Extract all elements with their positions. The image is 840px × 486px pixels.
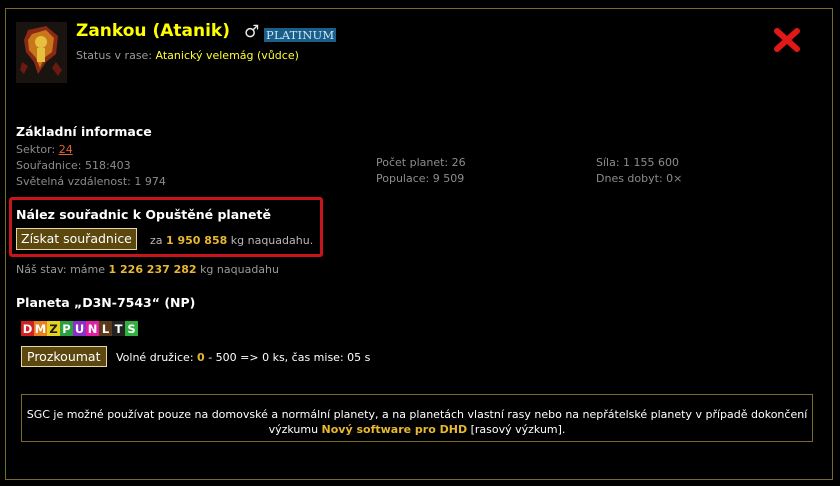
- distance-label: Světelná vzdálenost:: [16, 175, 131, 188]
- distance-value: 1 974: [134, 175, 166, 188]
- planet-tag-p: P: [60, 321, 73, 336]
- population-label: Populace:: [376, 172, 430, 185]
- price-value: 1 950 858: [166, 234, 228, 247]
- status-value: Atanický velemág (vůdce): [155, 49, 299, 62]
- planets-value: 26: [451, 156, 466, 169]
- platinum-badge: PLATINUM: [264, 28, 337, 42]
- race-status: Status v rase: Atanický velemág (vůdce): [76, 49, 299, 62]
- conquered-value: 0×: [666, 172, 683, 185]
- planet-tag-z: Z: [47, 321, 60, 336]
- gender-icon: ♂: [244, 22, 260, 42]
- coords-price: za 1 950 858 kg naquadahu.: [150, 234, 313, 247]
- coords-label: Souřadnice:: [16, 159, 82, 172]
- planet-tags: DMZPUNLTS: [21, 321, 138, 336]
- basic-info-heading: Základní informace: [16, 124, 152, 139]
- state-prefix: Náš stav: máme: [16, 263, 106, 276]
- get-coords-button[interactable]: Získat souřadnice: [16, 228, 137, 250]
- status-label: Status v rase:: [76, 49, 153, 62]
- planet-tag-d: D: [21, 321, 34, 336]
- dhd-software-link[interactable]: Nový software pro DHD: [322, 423, 468, 436]
- free-rest: - 500 => 0 ks, čas mise: 05 s: [208, 351, 371, 364]
- state-value: 1 226 237 282: [108, 263, 197, 276]
- sgc-text-after: [rasový výzkum].: [470, 423, 566, 436]
- coords-value: 518:403: [84, 159, 131, 172]
- planet-tag-u: U: [73, 321, 86, 336]
- sgc-note: SGC je možné používat pouze na domovské …: [21, 394, 813, 442]
- sector-link[interactable]: 24: [59, 143, 73, 156]
- planet-tag-n: N: [86, 321, 99, 336]
- player-name: Zankou (Atanik): [76, 21, 230, 41]
- explore-button[interactable]: Prozkoumat: [21, 346, 107, 367]
- sector-label: Sektor:: [16, 143, 56, 156]
- coords-row: Souřadnice: 518:403: [16, 158, 166, 174]
- strength-row: Síla: 1 155 600: [596, 155, 682, 171]
- conquered-row: Dnes dobyt: 0×: [596, 171, 682, 187]
- planet-detail-panel: Zankou (Atanik) ♂ PLATINUM Status v rase…: [5, 8, 833, 480]
- price-prefix: za: [150, 234, 163, 247]
- close-icon[interactable]: [774, 28, 800, 52]
- state-unit: kg naquadahu: [200, 263, 279, 276]
- basic-info-column-3: Síla: 1 155 600 Dnes dobyt: 0×: [596, 155, 682, 187]
- basic-info-column-2: Počet planet: 26 Populace: 9 509: [376, 155, 466, 187]
- population-value: 9 509: [432, 172, 465, 185]
- conquered-label: Dnes dobyt:: [596, 172, 663, 185]
- strength-value: 1 155 600: [623, 156, 680, 169]
- planet-tag-l: L: [99, 321, 112, 336]
- planets-row: Počet planet: 26: [376, 155, 466, 171]
- planets-label: Počet planet:: [376, 156, 449, 169]
- basic-info-column-1: Sektor: 24 Souřadnice: 518:403 Světelná …: [16, 142, 166, 190]
- planet-tag-m: M: [34, 321, 47, 336]
- distance-row: Světelná vzdálenost: 1 974: [16, 174, 166, 190]
- planet-tag-s: S: [125, 321, 138, 336]
- coords-offer-heading: Nález souřadnic k Opuštěné planetě: [16, 207, 271, 222]
- satellite-info: Volné družice: 0 - 500 => 0 ks, čas mise…: [116, 351, 370, 364]
- population-row: Populace: 9 509: [376, 171, 466, 187]
- strength-label: Síla:: [596, 156, 620, 169]
- planet-heading: Planeta „D3N-7543“ (NP): [16, 295, 196, 310]
- price-unit: kg naquadahu.: [230, 234, 314, 247]
- resource-state: Náš stav: máme 1 226 237 282 kg naquadah…: [16, 263, 279, 276]
- planet-tag-t: T: [112, 321, 125, 336]
- sector-row: Sektor: 24: [16, 142, 166, 158]
- race-emblem-icon: [16, 22, 67, 83]
- free-value: 0: [197, 351, 205, 364]
- free-label: Volné družice:: [116, 351, 194, 364]
